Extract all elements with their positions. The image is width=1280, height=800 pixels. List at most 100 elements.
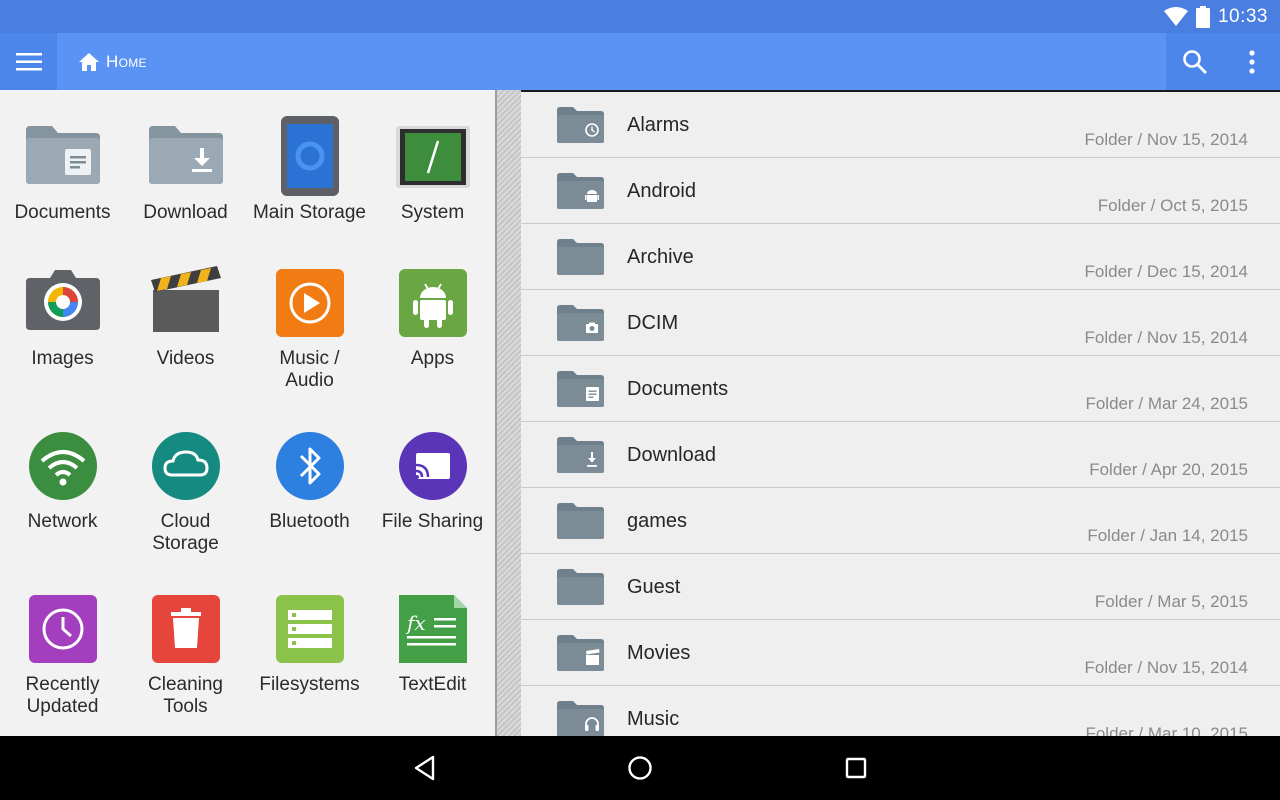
recents-icon [845,757,867,779]
wifi-icon [28,432,97,500]
android-folder-icon [557,173,604,209]
phone-storage-icon [280,116,339,196]
folder-row-games[interactable]: games Folder / Jan 14, 2015 [521,488,1280,554]
shortcut-label: Videos [156,348,215,369]
status-bar: 10:33 [0,0,1280,33]
android-icon [398,269,467,337]
shortcut-label: File Sharing [381,511,484,532]
shortcut-download[interactable]: Download [124,116,247,224]
pane-divider[interactable] [495,90,521,736]
shortcut-videos[interactable]: Videos [124,262,247,370]
folder-name: Movies [627,642,691,664]
search-button[interactable] [1166,33,1223,90]
text-editor-icon: fx [398,595,467,663]
shortcut-bluetooth[interactable]: Bluetooth [248,425,371,533]
status-icons: 10:33 [1163,0,1268,33]
folder-name: Alarms [627,114,690,136]
camera-folder-icon [557,305,604,341]
folder-name: Archive [627,246,694,268]
folder-name: Download [627,444,716,466]
folder-row-alarms[interactable]: Alarms Folder / Nov 15, 2014 [521,92,1280,158]
shortcut-textedit[interactable]: fx TextEdit [371,588,494,696]
trash-icon [151,595,220,663]
shortcut-network[interactable]: Network [1,425,124,533]
shortcut-label: TextEdit [398,674,467,695]
shortcut-documents[interactable]: Documents [1,116,124,224]
headphones-folder-icon [557,701,604,736]
overflow-menu-button[interactable] [1223,33,1280,90]
menu-button[interactable] [0,33,57,90]
shortcut-label: System [400,202,465,223]
shortcut-main-storage[interactable]: Main Storage [248,116,371,224]
shortcut-apps[interactable]: Apps [371,262,494,370]
shortcut-cloud-storage[interactable]: Cloud Storage [124,425,247,555]
svg-text:fx: fx [405,611,426,635]
shortcut-label: Cleaning Tools [148,674,223,717]
folder-name: Documents [627,378,729,400]
back-icon [414,755,435,781]
server-icon [275,595,344,663]
document-folder-icon [557,371,604,407]
download-folder-icon [148,126,223,184]
shortcut-system[interactable]: System [371,116,494,224]
folder-icon [557,569,604,605]
documents-folder-icon [25,126,100,184]
shortcut-cleaning-tools[interactable]: Cleaning Tools [124,588,247,718]
home-button[interactable] [624,752,656,784]
folder-name: Android [627,180,696,202]
clock-icon [28,595,97,663]
back-button[interactable] [409,752,441,784]
folder-meta: Folder / Nov 15, 2014 [1084,130,1248,149]
folder-name: games [627,510,688,532]
shortcut-label: Filesystems [259,674,360,695]
folder-meta: Folder / Mar 5, 2015 [1094,592,1248,611]
shortcut-label: Bluetooth [269,511,350,532]
battery-icon [1195,5,1210,28]
folder-row-download[interactable]: Download Folder / Apr 20, 2015 [521,422,1280,488]
play-icon [275,269,344,337]
system-navigation-bar [0,736,1280,800]
folder-name: Guest [627,576,681,598]
movie-folder-icon [557,635,604,671]
shortcut-label: Apps [410,348,455,369]
shortcut-recently-updated[interactable]: Recently Updated [1,588,124,718]
recents-button[interactable] [840,752,872,784]
shortcut-label: Network [27,511,98,532]
breadcrumb-label: Home [106,51,147,71]
camera-icon [25,270,100,330]
shortcut-music-audio[interactable]: Music / Audio [248,262,371,392]
more-vert-icon [1248,49,1255,74]
hamburger-icon [15,52,42,70]
download-folder-icon [557,437,604,473]
folder-icon [557,239,604,275]
shortcut-label: Music / Audio [279,348,340,391]
folder-row-movies[interactable]: Movies Folder / Nov 15, 2014 [521,620,1280,686]
folder-row-dcim[interactable]: DCIM Folder / Nov 15, 2014 [521,290,1280,356]
alarm-folder-icon [557,107,604,143]
shortcut-label: Images [31,348,94,369]
folder-name: DCIM [627,312,679,334]
folder-meta: Folder / Apr 20, 2015 [1089,460,1248,479]
breadcrumb-home[interactable]: Home [78,33,147,90]
folder-row-android[interactable]: Android Folder / Oct 5, 2015 [521,158,1280,224]
folder-row-documents[interactable]: Documents Folder / Mar 24, 2015 [521,356,1280,422]
status-time: 10:33 [1217,5,1268,27]
shortcut-file-sharing[interactable]: File Sharing [371,425,494,533]
folder-meta: Folder / Nov 15, 2014 [1084,658,1248,677]
clapperboard-icon [150,266,221,332]
shortcut-images[interactable]: Images [1,262,124,370]
shortcut-label: Recently Updated [25,674,100,717]
shortcut-label: Documents [14,202,111,223]
cast-icon [398,432,467,500]
terminal-icon [395,126,470,188]
folder-meta: Folder / Mar 10, 2015 [1085,724,1248,736]
folder-row-archive[interactable]: Archive Folder / Dec 15, 2014 [521,224,1280,290]
shortcut-filesystems[interactable]: Filesystems [248,588,371,696]
folder-row-music[interactable]: Music Folder / Mar 10, 2015 [521,686,1280,736]
folder-meta: Folder / Jan 14, 2015 [1087,526,1248,545]
shortcut-label: Main Storage [252,202,366,223]
folder-icon [557,503,604,539]
home-circle-icon [628,756,652,780]
search-icon [1182,49,1207,74]
folder-row-guest[interactable]: Guest Folder / Mar 5, 2015 [521,554,1280,620]
